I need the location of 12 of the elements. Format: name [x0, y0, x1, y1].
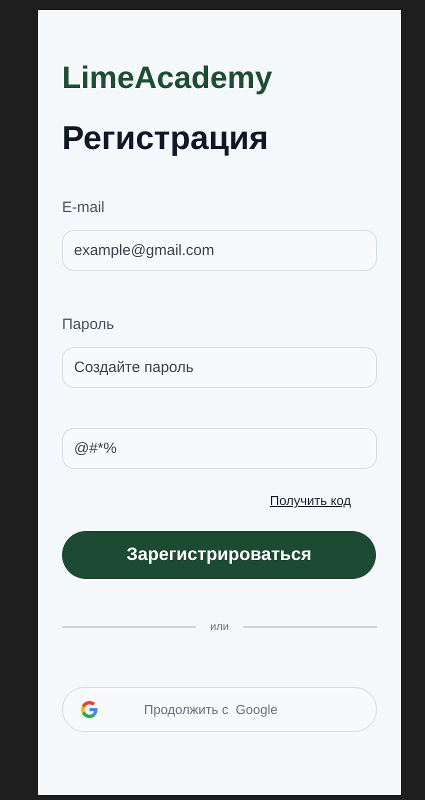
- divider-text: или: [210, 620, 229, 634]
- logo: LimeAcademy: [62, 59, 274, 97]
- field-label: Пароль: [62, 315, 114, 335]
- get-code-link[interactable]: Получить код: [270, 491, 351, 510]
- field-label: E-mail: [62, 198, 105, 218]
- google-icon: [81, 701, 98, 718]
- input-field[interactable]: Создайте пароль: [62, 347, 377, 388]
- input-field[interactable]: example@gmail.com: [62, 230, 377, 271]
- page-title: Регистрация: [62, 118, 270, 158]
- input-field[interactable]: @#*%: [62, 428, 377, 469]
- register-button[interactable]: Зарегистрироваться: [62, 530, 376, 578]
- google-button[interactable]: Продолжить с Google: [62, 687, 377, 732]
